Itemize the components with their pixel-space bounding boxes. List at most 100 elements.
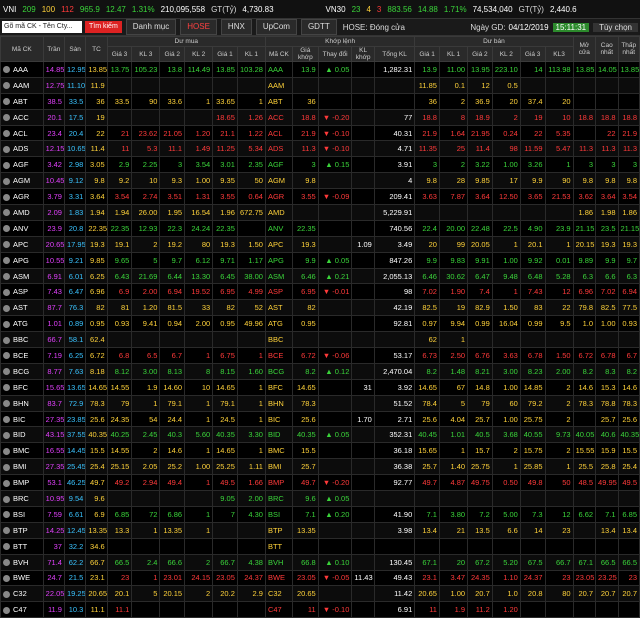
table-row[interactable]: BID 43.15 37.55 40.35 40.25 2.45 40.3 5.60 40.35… <box>0 426 640 444</box>
watchlist-icon[interactable] <box>3 400 10 408</box>
stock-symbol[interactable]: BVH <box>0 553 44 571</box>
table-row[interactable]: BCG 8.77 7.63 8.18 8.12 3.00 8.13 8 8.15 1.60 BCG 8… <box>0 362 640 380</box>
watchlist-icon[interactable] <box>3 384 10 392</box>
table-row[interactable]: ATG 1.01 0.89 0.95 0.93 9.41 0.94 2.00 0.95 49.96… <box>0 315 640 333</box>
options-button[interactable]: Tùy chọn <box>593 22 638 32</box>
table-row[interactable]: BVH 71.4 62.2 66.7 66.5 2.4 66.6 2 66.7 4.38 BVH 66… <box>0 553 640 571</box>
stock-symbol[interactable]: BFC <box>0 378 44 396</box>
table-row[interactable]: AGF 3.42 2.98 3.05 2.9 2.25 3 3.54 3.01 2.35 AGF 3 ▲… <box>0 156 640 174</box>
watchlist-icon[interactable] <box>3 495 10 503</box>
table-row[interactable]: BTT 37 32.2 34.6 BTT <box>0 537 640 555</box>
stock-symbol[interactable]: BTT <box>0 537 44 555</box>
table-row[interactable]: BRC 10.95 9.54 9.6 9.05 2.00 BRC 9.6 ▲ 0.05 <box>0 490 640 507</box>
stock-symbol[interactable]: BMC <box>0 442 44 460</box>
stock-symbol[interactable]: BCE <box>0 347 44 364</box>
stock-symbol[interactable]: BMI <box>0 458 44 476</box>
watchlist-icon[interactable] <box>3 606 10 614</box>
stock-symbol[interactable]: C47 <box>0 601 44 618</box>
stock-symbol[interactable]: BCG <box>0 362 44 380</box>
stock-symbol[interactable]: BIC <box>0 410 44 428</box>
stock-symbol[interactable]: ACL <box>0 124 44 142</box>
watchlist-icon[interactable] <box>3 511 10 519</box>
stock-symbol[interactable]: BMP <box>0 474 44 492</box>
search-button[interactable]: Tìm kiếm <box>85 21 122 33</box>
table-row[interactable]: ACL 23.4 20.4 22 21 23.62 21.05 1.20 21.1 1.22 ACL… <box>0 124 640 142</box>
watchlist-icon[interactable] <box>3 98 10 106</box>
tab-upcom[interactable]: UpCom <box>255 19 297 35</box>
table-row[interactable]: C47 11.9 10.3 11.1 11.1 C47 11 ▼ -0.10 6.91 11 1.9… <box>0 601 640 618</box>
table-row[interactable]: ABT 38.5 33.5 36 33.5 90 33.6 1 33.65 1 ABT 36 36 2 36… <box>0 92 640 110</box>
stock-symbol[interactable]: ABT <box>0 92 44 110</box>
watchlist-icon[interactable] <box>3 130 10 138</box>
stock-symbol[interactable]: C32 <box>0 585 44 603</box>
stock-symbol[interactable]: AGF <box>0 156 44 174</box>
stock-symbol[interactable]: BTP <box>0 521 44 539</box>
watchlist-icon[interactable] <box>3 416 10 424</box>
watchlist-icon[interactable] <box>3 193 10 201</box>
table-row[interactable]: ASP 7.43 6.47 6.96 6.9 2.00 6.94 19.52 6.95 4.99 A… <box>0 283 640 301</box>
table-row[interactable]: BFC 15.65 13.65 14.65 14.55 1.9 14.60 10 14.65 1 B… <box>0 378 640 396</box>
stock-symbol[interactable]: ATG <box>0 315 44 333</box>
watchlist-icon[interactable] <box>3 543 10 551</box>
table-row[interactable]: BSI 7.59 6.61 6.9 6.85 72 6.86 1 7 4.30 BSI 7.1 ▲ 0.… <box>0 505 640 523</box>
tab-hnx[interactable]: HNX <box>220 19 252 35</box>
stock-symbol[interactable]: BSI <box>0 505 44 523</box>
tab-danh-muc[interactable]: Danh mục <box>125 19 177 35</box>
stock-symbol[interactable]: AST <box>0 299 44 317</box>
table-row[interactable]: AGM 10.45 9.12 9.8 9.2 10 9.3 1.00 9.35 50 AGM 9.8 4… <box>0 172 640 190</box>
search-input[interactable]: Gõ mã CK - Tên Cty... <box>2 21 82 33</box>
stock-symbol[interactable]: ASM <box>0 267 44 285</box>
watchlist-icon[interactable] <box>3 241 10 249</box>
table-row[interactable]: AGR 3.79 3.31 3.64 3.54 2.74 3.51 1.31 3.55 0.64 A… <box>0 188 640 206</box>
table-row[interactable]: BWE 24.7 21.5 23.1 23 1 23.01 24.15 23.05 24.37 BW… <box>0 569 640 587</box>
watchlist-icon[interactable] <box>3 257 10 265</box>
watchlist-icon[interactable] <box>3 431 10 439</box>
table-row[interactable]: AST 87.7 76.3 82 81 1.20 81.5 33 82 52 AST 82 42.19 8… <box>0 299 640 317</box>
stock-symbol[interactable]: APG <box>0 251 44 269</box>
watchlist-icon[interactable] <box>3 479 10 487</box>
stock-symbol[interactable]: ACC <box>0 108 44 126</box>
watchlist-icon[interactable] <box>3 225 10 233</box>
table-row[interactable]: BCE 7.19 6.25 6.72 6.8 6.5 6.7 1 6.75 1 BCE 6.72 ▼ -… <box>0 347 640 364</box>
watchlist-icon[interactable] <box>3 336 10 344</box>
table-row[interactable]: ASM 6.91 6.01 6.25 6.43 21.69 6.44 13.30 6.45 38.… <box>0 267 640 285</box>
watchlist-icon[interactable] <box>3 574 10 582</box>
stock-symbol[interactable]: ANV <box>0 219 44 237</box>
stock-symbol[interactable]: AGR <box>0 188 44 206</box>
table-row[interactable]: AAM 12.75 11.10 11.9 AAM 11.85 0.1 12 0.5 <box>0 76 640 94</box>
stock-symbol[interactable]: AAA <box>0 61 44 78</box>
watchlist-icon[interactable] <box>3 368 10 376</box>
stock-symbol[interactable]: ADS <box>0 140 44 158</box>
table-row[interactable]: BIC 27.35 23.85 25.6 24.35 54 24.4 1 24.5 1 BIC 25.… <box>0 410 640 428</box>
watchlist-icon[interactable] <box>3 114 10 122</box>
stock-symbol[interactable]: APC <box>0 235 44 253</box>
watchlist-icon[interactable] <box>3 177 10 185</box>
tab-hose[interactable]: HOSE <box>180 19 217 35</box>
stock-symbol[interactable]: AGM <box>0 172 44 190</box>
table-row[interactable]: ANV 23.9 20.8 22.35 22.35 12.93 22.3 24.24 22.35… <box>0 219 640 237</box>
watchlist-icon[interactable] <box>3 82 10 90</box>
watchlist-icon[interactable] <box>3 559 10 567</box>
table-row[interactable]: ADS 12.15 10.65 11.4 11 5.3 11.1 1.49 11.25 5.34 A… <box>0 140 640 158</box>
stock-symbol[interactable]: BHN <box>0 394 44 412</box>
table-row[interactable]: ACC 20.1 17.5 19 18.65 1.26 ACC 18.8 ▼ -0.20 77 18… <box>0 108 640 126</box>
table-row[interactable]: BBC 66.7 58.1 62.4 BBC 62 1 <box>0 331 640 349</box>
watchlist-icon[interactable] <box>3 304 10 312</box>
table-row[interactable]: C32 22.05 19.25 20.65 20.1 5 20.15 2 20.2 2.9 C32 2… <box>0 585 640 603</box>
watchlist-icon[interactable] <box>3 447 10 455</box>
stock-symbol[interactable]: AMD <box>0 204 44 221</box>
table-row[interactable]: APC 20.65 17.95 19.3 19.1 2 19.2 80 19.3 1.50 APC 1… <box>0 235 640 253</box>
watchlist-icon[interactable] <box>3 66 10 74</box>
watchlist-icon[interactable] <box>3 209 10 217</box>
stock-symbol[interactable]: BID <box>0 426 44 444</box>
stock-symbol[interactable]: BBC <box>0 331 44 349</box>
table-row[interactable]: AAA 14.85 12.95 13.85 13.75 105.23 13.8 114.49 1… <box>0 61 640 78</box>
table-row[interactable]: APG 10.55 9.21 9.85 9.65 5 9.7 6.12 9.71 1.17 APG 9… <box>0 251 640 269</box>
table-row[interactable]: BHN 83.7 72.9 78.3 79 1 79.1 1 79.1 1 BHN 78.3 51.52… <box>0 394 640 412</box>
table-row[interactable]: AMD 2.09 1.83 1.94 1.94 26.00 1.95 16.54 1.96 672… <box>0 204 640 221</box>
watchlist-icon[interactable] <box>3 463 10 471</box>
stock-symbol[interactable]: BWE <box>0 569 44 587</box>
tab-gdtt[interactable]: GDTT <box>300 19 337 35</box>
watchlist-icon[interactable] <box>3 273 10 281</box>
watchlist-icon[interactable] <box>3 161 10 169</box>
